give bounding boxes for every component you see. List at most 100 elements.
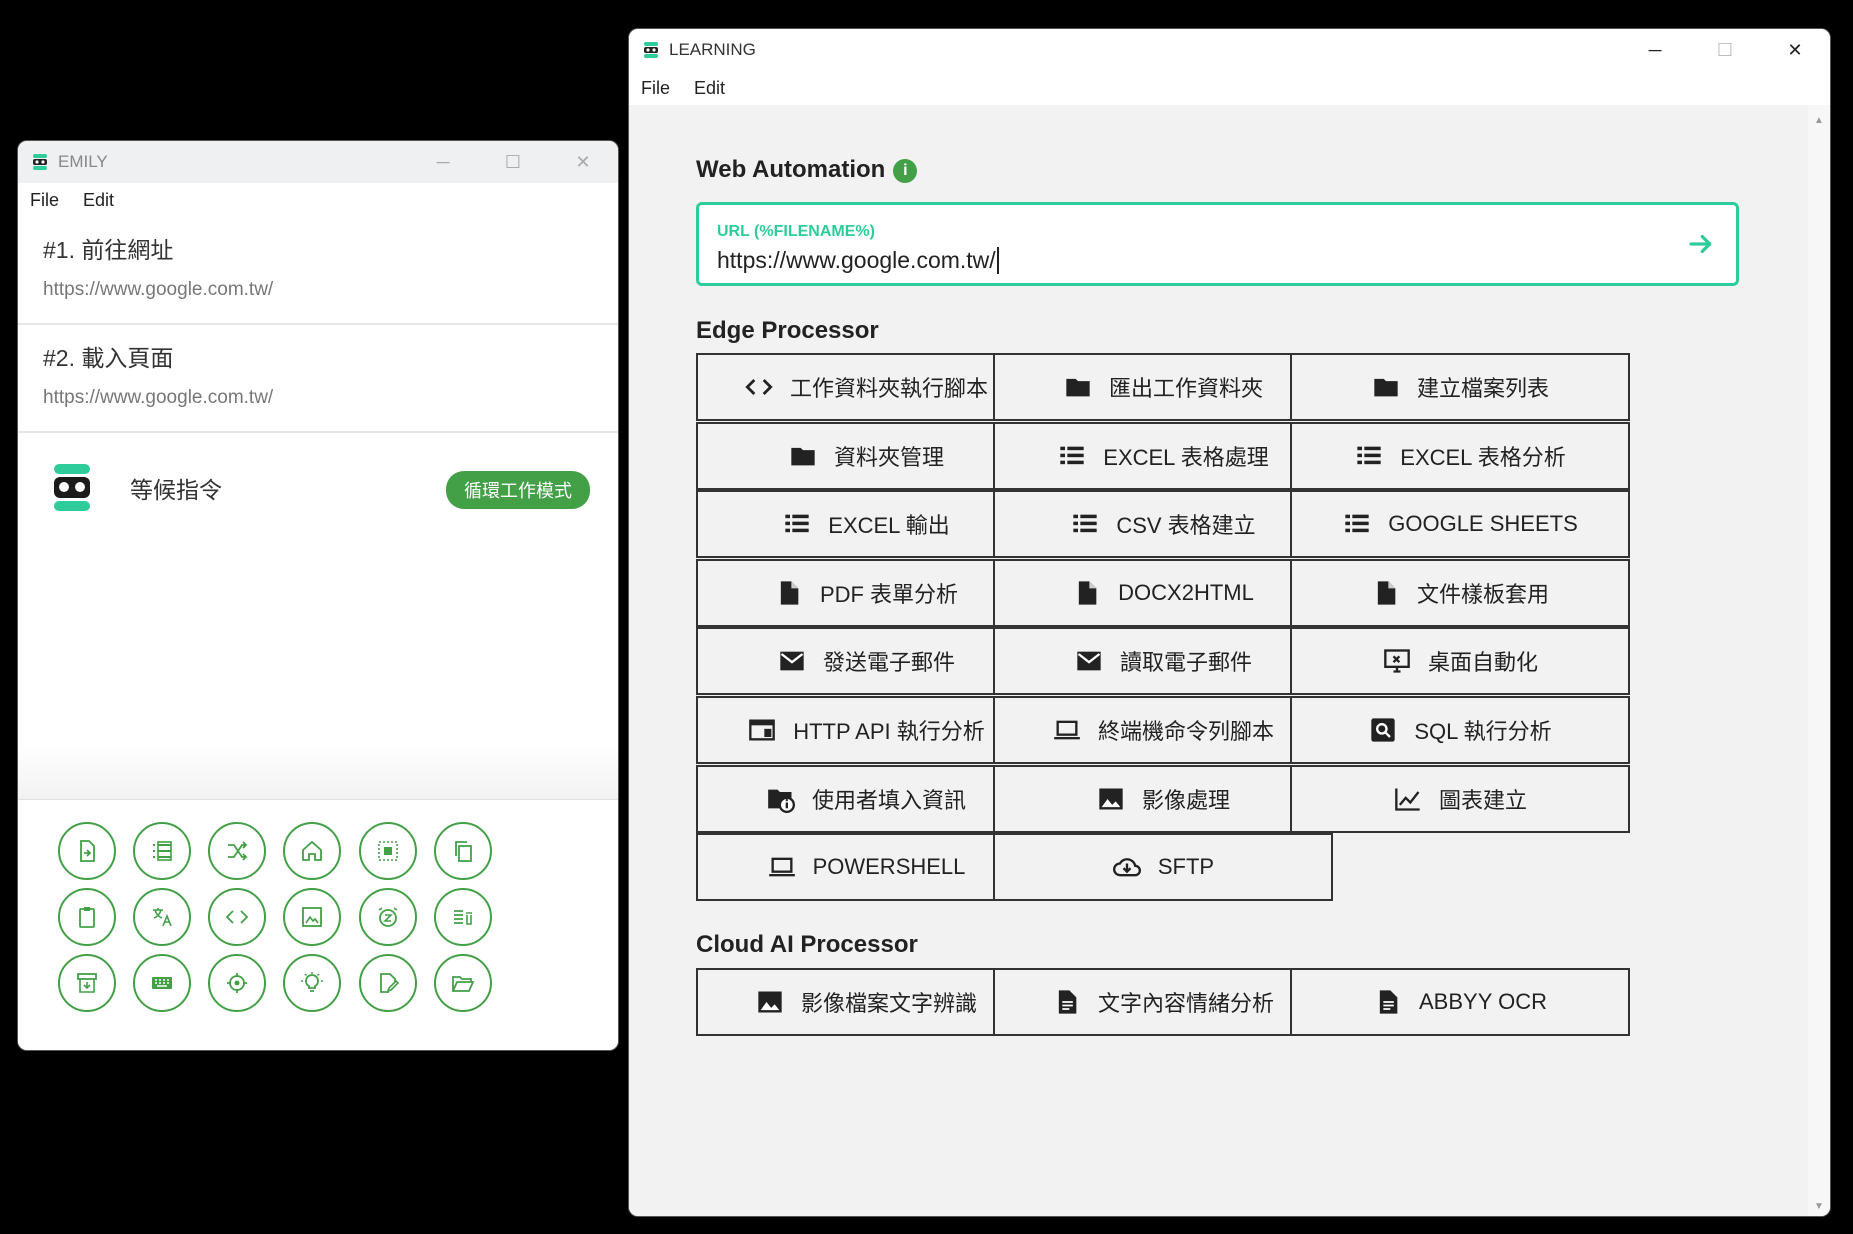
maximize-button[interactable]: ☐ xyxy=(478,141,548,183)
processor-button[interactable]: 讀取電子郵件 xyxy=(993,627,1333,695)
button-label: CSV 表格建立 xyxy=(1116,513,1256,538)
copy-tool-button[interactable] xyxy=(434,822,492,880)
scrollbar[interactable]: ▲ ▼ xyxy=(1808,105,1830,1216)
web-icon xyxy=(747,715,777,745)
chart-icon xyxy=(1393,784,1423,814)
url-field[interactable]: URL (%FILENAME%) https://www.google.com.… xyxy=(696,202,1739,286)
shuffle-tool-button[interactable] xyxy=(208,822,266,880)
step-url: https://www.google.com.tw/ xyxy=(43,279,274,300)
home-tool-button[interactable] xyxy=(283,822,341,880)
processor-button[interactable]: 文件樣板套用 xyxy=(1290,559,1630,627)
lightbulb-tool-button[interactable] xyxy=(283,954,341,1012)
minimize-button[interactable]: ─ xyxy=(408,141,478,183)
status-text: 等候指令 xyxy=(130,477,222,503)
cloud-ai-heading: Cloud AI Processor xyxy=(696,931,918,958)
crosshair-tool-button[interactable] xyxy=(208,954,266,1012)
processor-button[interactable]: 使用者填入資訊 xyxy=(696,765,1036,833)
menu-file[interactable]: File xyxy=(30,190,59,211)
select-all-icon xyxy=(378,841,398,861)
archive-tool-button[interactable] xyxy=(58,954,116,1012)
tool-grid xyxy=(18,799,618,1050)
step-item[interactable]: #1. 前往網址 https://www.google.com.tw/ xyxy=(18,217,618,325)
scroll-down-icon[interactable]: ▼ xyxy=(1814,1201,1824,1212)
processor-button[interactable]: 終端機命令列腳本 xyxy=(993,696,1333,764)
info-icon[interactable]: i xyxy=(893,159,918,183)
button-label: ABBYY OCR xyxy=(1419,989,1547,1014)
url-label: URL (%FILENAME%) xyxy=(717,223,875,240)
list-icon xyxy=(153,841,172,861)
processor-button[interactable]: SQL 執行分析 xyxy=(1290,696,1630,764)
scroll-up-icon[interactable]: ▲ xyxy=(1814,115,1824,126)
step-title: #1. 前往網址 xyxy=(43,237,174,263)
copy-icon xyxy=(455,841,472,862)
processor-button[interactable]: CSV 表格建立 xyxy=(993,490,1333,558)
button-label: 建立檔案列表 xyxy=(1416,376,1549,401)
edit-file-tool-button[interactable] xyxy=(359,954,417,1012)
processor-button[interactable]: 影像處理 xyxy=(993,765,1333,833)
button-label: DOCX2HTML xyxy=(1118,580,1254,605)
step-url: https://www.google.com.tw/ xyxy=(43,387,274,408)
emily-titlebar: EMILY ─ ☐ ✕ xyxy=(18,141,618,183)
button-label: HTTP API 執行分析 xyxy=(793,719,985,744)
document-icon xyxy=(1052,987,1082,1017)
file-icon xyxy=(1072,578,1102,608)
processor-button[interactable]: 資料夾管理 xyxy=(696,422,1036,490)
code-tool-button[interactable] xyxy=(208,888,266,946)
list-icon xyxy=(1057,441,1087,471)
menu-file[interactable]: File xyxy=(641,78,670,99)
list-icon xyxy=(1354,441,1384,471)
delete-list-tool-button[interactable] xyxy=(434,888,492,946)
url-input[interactable]: https://www.google.com.tw/ xyxy=(717,247,999,274)
menu-edit[interactable]: Edit xyxy=(83,190,114,211)
alarm-tool-button[interactable] xyxy=(359,888,417,946)
processor-button[interactable]: EXCEL 輸出 xyxy=(696,490,1036,558)
processor-button[interactable]: 匯出工作資料夾 xyxy=(993,353,1333,421)
heading-text: Web Automation xyxy=(696,156,886,183)
menu-edit[interactable]: Edit xyxy=(694,78,725,99)
step-item[interactable]: #2. 載入頁面 https://www.google.com.tw/ xyxy=(18,325,618,433)
processor-button[interactable]: PDF 表單分析 xyxy=(696,559,1036,627)
processor-button[interactable]: EXCEL 表格處理 xyxy=(993,422,1333,490)
cloud-download-icon xyxy=(1112,852,1142,882)
processor-button[interactable]: 圖表建立 xyxy=(1290,765,1630,833)
folder-open-tool-button[interactable] xyxy=(434,954,492,1012)
processor-button[interactable]: GOOGLE SHEETS xyxy=(1290,490,1630,558)
processor-button[interactable]: HTTP API 執行分析 xyxy=(696,696,1036,764)
button-label: 影像處理 xyxy=(1141,788,1230,813)
select-all-tool-button[interactable] xyxy=(359,822,417,880)
mode-badge[interactable]: 循環工作模式 xyxy=(446,471,590,509)
processor-button[interactable]: ABBYY OCR xyxy=(1290,968,1630,1036)
processor-button[interactable]: POWERSHELL xyxy=(696,833,1036,901)
app-logo-icon xyxy=(33,154,47,170)
keyboard-icon xyxy=(152,977,172,989)
button-label: 文字內容情緒分析 xyxy=(1097,991,1274,1016)
clipboard-tool-button[interactable] xyxy=(58,888,116,946)
window-title: EMILY xyxy=(58,152,108,171)
alarm-icon xyxy=(378,907,398,927)
arrow-right-icon[interactable] xyxy=(1686,229,1716,259)
image-frame-tool-button[interactable] xyxy=(283,888,341,946)
file-export-tool-button[interactable] xyxy=(58,822,116,880)
translate-tool-button[interactable] xyxy=(133,888,191,946)
processor-button[interactable]: SFTP xyxy=(993,833,1333,901)
emily-empty-area xyxy=(18,611,618,800)
processor-button[interactable]: 文字內容情緒分析 xyxy=(993,968,1333,1036)
keyboard-tool-button[interactable] xyxy=(133,954,191,1012)
minimize-button[interactable]: ─ xyxy=(1620,29,1690,71)
processor-button[interactable]: 發送電子郵件 xyxy=(696,627,1036,695)
translate-icon xyxy=(153,908,172,927)
maximize-button[interactable]: ☐ xyxy=(1690,29,1760,71)
processor-button[interactable]: 建立檔案列表 xyxy=(1290,353,1630,421)
laptop-icon xyxy=(1052,715,1082,745)
processor-button[interactable]: DOCX2HTML xyxy=(993,559,1333,627)
button-label: EXCEL 表格處理 xyxy=(1103,445,1269,470)
list-tool-button[interactable] xyxy=(133,822,191,880)
button-label: 文件樣板套用 xyxy=(1416,582,1549,607)
learning-window: LEARNING ─ ☐ ✕ File Edit Web Automation i… xyxy=(629,29,1830,1216)
processor-button[interactable]: EXCEL 表格分析 xyxy=(1290,422,1630,490)
processor-button[interactable]: 影像檔案文字辨識 xyxy=(696,968,1036,1036)
close-button[interactable]: ✕ xyxy=(1760,29,1830,71)
processor-button[interactable]: 桌面自動化 xyxy=(1290,627,1630,695)
processor-button[interactable]: 工作資料夾執行腳本 xyxy=(696,353,1036,421)
close-button[interactable]: ✕ xyxy=(548,141,618,183)
